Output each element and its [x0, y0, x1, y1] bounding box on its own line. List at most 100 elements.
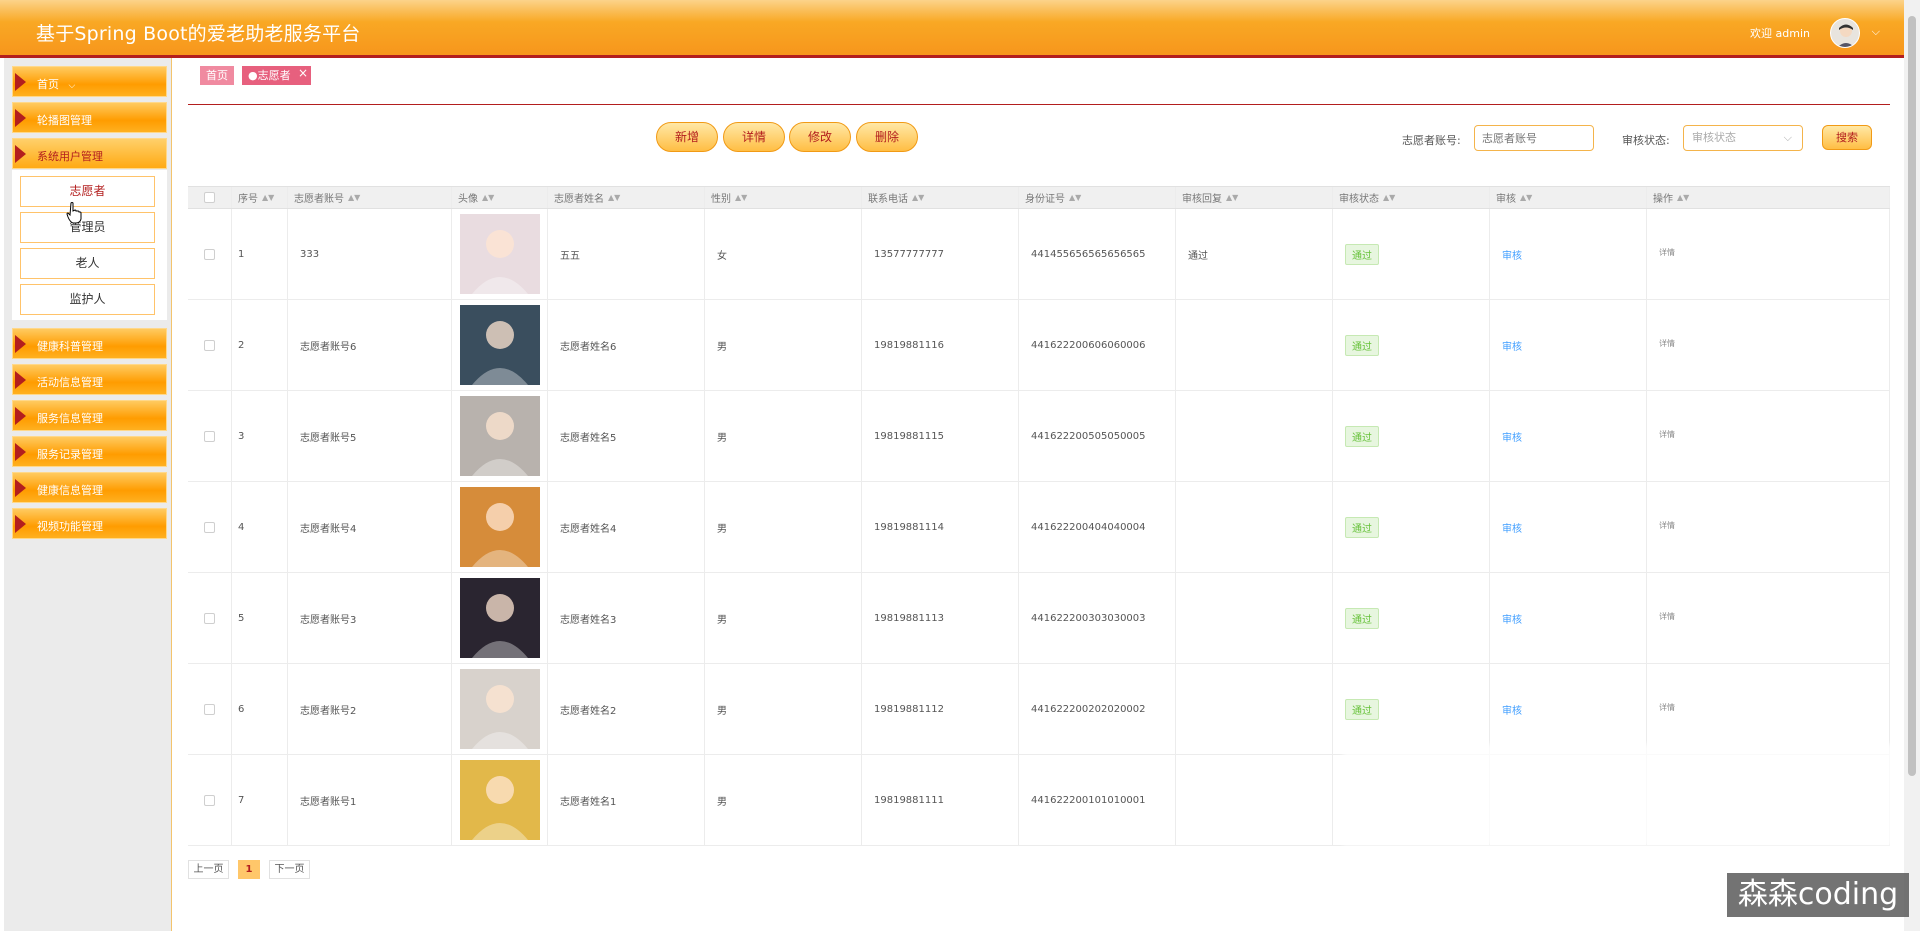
sidebar-item-home[interactable]: 首页 ⌵	[12, 66, 167, 97]
detail-link[interactable]: 详情	[1659, 338, 1675, 349]
volunteer-account: 志愿者账号2	[300, 705, 357, 717]
sort-icon[interactable]: ▲▼	[1226, 193, 1238, 202]
column-header[interactable]: 联系电话 ▲▼	[862, 187, 1019, 208]
table-cell	[188, 209, 232, 299]
column-header[interactable]: 操作 ▲▼	[1647, 187, 1890, 208]
checkbox[interactable]	[204, 248, 215, 260]
sort-icon[interactable]: ▲▼	[482, 193, 494, 202]
user-avatar[interactable]	[1830, 18, 1860, 48]
page-number-button[interactable]: 1	[238, 860, 260, 879]
column-header[interactable]: 头像 ▲▼	[452, 187, 548, 208]
account-search-input[interactable]	[1474, 125, 1594, 151]
sidebar-item-activity[interactable]: 活动信息管理	[12, 364, 167, 395]
detail-link[interactable]: 详情	[1659, 247, 1675, 258]
volunteer-avatar[interactable]	[460, 214, 540, 294]
submenu-item-admin[interactable]: 管理员	[20, 212, 155, 243]
status-filter-label: 审核状态:	[1622, 134, 1670, 147]
table-cell: 2	[232, 300, 288, 390]
sort-icon[interactable]: ▲▼	[1520, 193, 1532, 202]
checkbox[interactable]	[204, 521, 215, 533]
next-page-button[interactable]: 下一页	[269, 860, 310, 879]
detail-button[interactable]: 详情	[723, 122, 785, 152]
submenu-item-elderly[interactable]: 老人	[20, 248, 155, 279]
header-select-all[interactable]	[188, 187, 232, 208]
sort-icon[interactable]: ▲▼	[1677, 193, 1689, 202]
audit-link[interactable]: 审核	[1502, 429, 1522, 444]
search-button[interactable]: 搜索	[1822, 125, 1872, 150]
sort-icon[interactable]: ▲▼	[912, 193, 924, 202]
table-cell: 5	[232, 573, 288, 663]
column-header[interactable]: 身份证号 ▲▼	[1019, 187, 1176, 208]
sort-icon[interactable]: ▲▼	[735, 193, 747, 202]
add-button[interactable]: 新增	[656, 122, 718, 152]
detail-link[interactable]: 详情	[1659, 429, 1675, 440]
audit-link[interactable]: 审核	[1502, 338, 1522, 353]
table-row[interactable]: 1 333 五五 女 13577777777 441455656565656565 通过 通过…	[188, 209, 1890, 300]
table-row[interactable]: 2 志愿者账号6 志愿者姓名6 男 19819881116 441622200606060…	[188, 300, 1890, 391]
sidebar-item-video[interactable]: 视频功能管理	[12, 508, 167, 539]
volunteer-avatar[interactable]	[460, 760, 540, 840]
audit-link[interactable]: 审核	[1502, 520, 1522, 535]
user-menu-chevron-icon[interactable]: ⌵	[1872, 25, 1880, 39]
sidebar-item-system-users[interactable]: 系统用户管理	[12, 138, 167, 169]
person-photo-icon	[472, 503, 528, 567]
column-header[interactable]: 序号 ▲▼	[232, 187, 288, 208]
table-cell: 审核	[1490, 209, 1647, 299]
table-cell	[188, 755, 232, 845]
sort-icon[interactable]: ▲▼	[1383, 193, 1395, 202]
sort-icon[interactable]: ▲▼	[262, 193, 274, 202]
sidebar-item-health-science[interactable]: 健康科普管理	[12, 328, 167, 359]
sidebar-item-service-info[interactable]: 服务信息管理	[12, 400, 167, 431]
checkbox[interactable]	[204, 430, 215, 442]
table-cell	[452, 482, 548, 572]
checkbox[interactable]	[204, 339, 215, 351]
volunteer-avatar[interactable]	[460, 578, 540, 658]
close-tab-icon[interactable]: ×	[298, 66, 308, 80]
checkbox[interactable]	[204, 703, 215, 715]
checkbox[interactable]	[204, 612, 215, 624]
column-header[interactable]: 审核状态 ▲▼	[1333, 187, 1490, 208]
menu-arrow-icon	[15, 443, 26, 461]
sidebar-item-carousel[interactable]: 轮播图管理	[12, 102, 167, 133]
gender: 男	[717, 705, 727, 717]
table-row[interactable]: 3 志愿者账号5 志愿者姓名5 男 19819881115 441622200505050…	[188, 391, 1890, 482]
edit-button[interactable]: 修改	[789, 122, 851, 152]
sort-icon[interactable]: ▲▼	[1069, 193, 1081, 202]
volunteer-avatar[interactable]	[460, 669, 540, 749]
table-row[interactable]: 6 志愿者账号2 志愿者姓名2 男 19819881112 441622200202020…	[188, 664, 1890, 755]
sidebar-item-label: 服务信息管理	[37, 412, 103, 425]
page-scrollbar[interactable]	[1904, 0, 1920, 931]
sort-icon[interactable]: ▲▼	[608, 193, 620, 202]
volunteer-avatar[interactable]	[460, 396, 540, 476]
column-header[interactable]: 志愿者姓名 ▲▼	[548, 187, 705, 208]
table-cell: 女	[705, 209, 862, 299]
detail-link[interactable]: 详情	[1659, 611, 1675, 622]
status-select[interactable]: 审核状态 ⌵	[1683, 125, 1803, 151]
column-header[interactable]: 审核回复 ▲▼	[1176, 187, 1333, 208]
column-header[interactable]: 志愿者账号 ▲▼	[288, 187, 452, 208]
volunteer-avatar[interactable]	[460, 305, 540, 385]
table-row[interactable]: 4 志愿者账号4 志愿者姓名4 男 19819881114 441622200404040…	[188, 482, 1890, 573]
column-header[interactable]: 性别 ▲▼	[705, 187, 862, 208]
submenu-item-guardian[interactable]: 监护人	[20, 284, 155, 315]
sidebar-item-health-info[interactable]: 健康信息管理	[12, 472, 167, 503]
volunteer-avatar[interactable]	[460, 487, 540, 567]
table-row[interactable]: 5 志愿者账号3 志愿者姓名3 男 19819881113 441622200303030…	[188, 573, 1890, 664]
detail-link[interactable]: 详情	[1659, 520, 1675, 531]
audit-link[interactable]: 审核	[1502, 702, 1522, 717]
sort-icon[interactable]: ▲▼	[348, 193, 360, 202]
delete-button[interactable]: 删除	[856, 122, 918, 152]
prev-page-button[interactable]: 上一页	[188, 860, 229, 879]
submenu-item-volunteer[interactable]: 志愿者	[20, 176, 155, 207]
tab-home[interactable]: 首页	[200, 66, 234, 85]
column-header[interactable]: 审核 ▲▼	[1490, 187, 1647, 208]
sidebar-item-label: 健康信息管理	[37, 484, 103, 497]
audit-link[interactable]: 审核	[1502, 611, 1522, 626]
checkbox[interactable]	[204, 192, 215, 203]
scrollbar-thumb[interactable]	[1908, 16, 1916, 776]
detail-link[interactable]: 详情	[1659, 702, 1675, 713]
audit-link[interactable]: 审核	[1502, 247, 1522, 262]
checkbox[interactable]	[204, 794, 215, 806]
status-badge: 通过	[1345, 607, 1379, 629]
sidebar-item-service-record[interactable]: 服务记录管理	[12, 436, 167, 467]
